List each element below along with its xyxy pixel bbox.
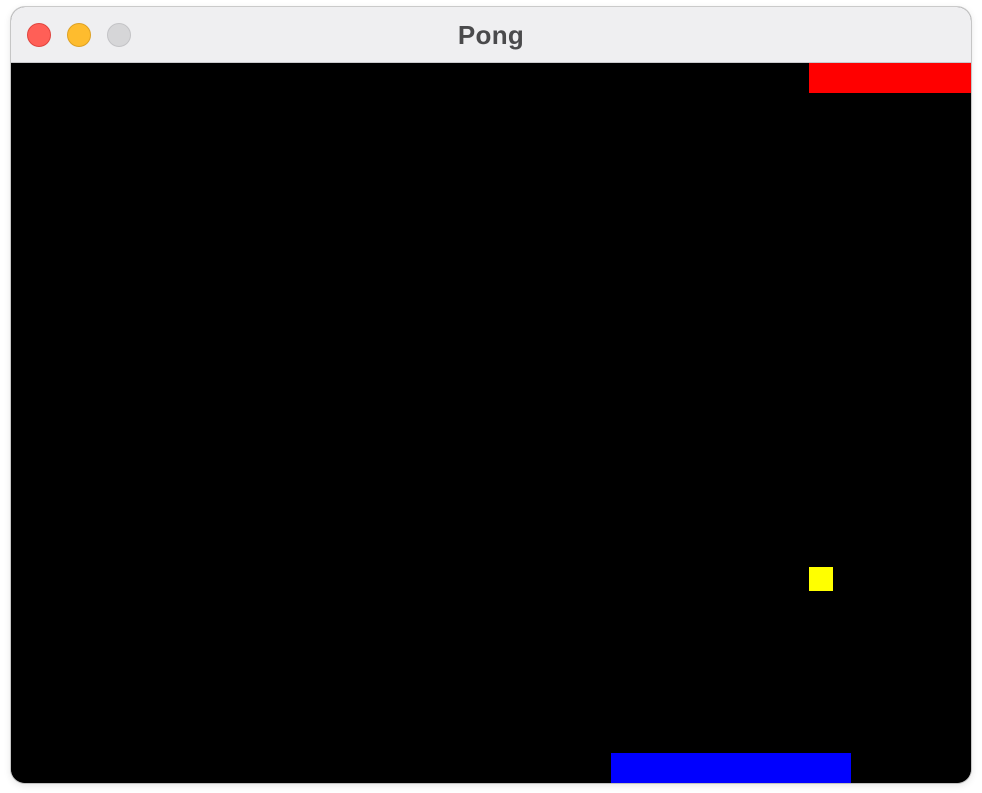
ball bbox=[809, 567, 833, 591]
game-canvas[interactable] bbox=[11, 63, 971, 783]
bottom-paddle bbox=[611, 753, 851, 783]
pong-window: Pong bbox=[11, 7, 971, 783]
title-bar[interactable]: Pong bbox=[11, 7, 971, 63]
top-paddle bbox=[809, 63, 971, 93]
window-title: Pong bbox=[457, 20, 525, 50]
